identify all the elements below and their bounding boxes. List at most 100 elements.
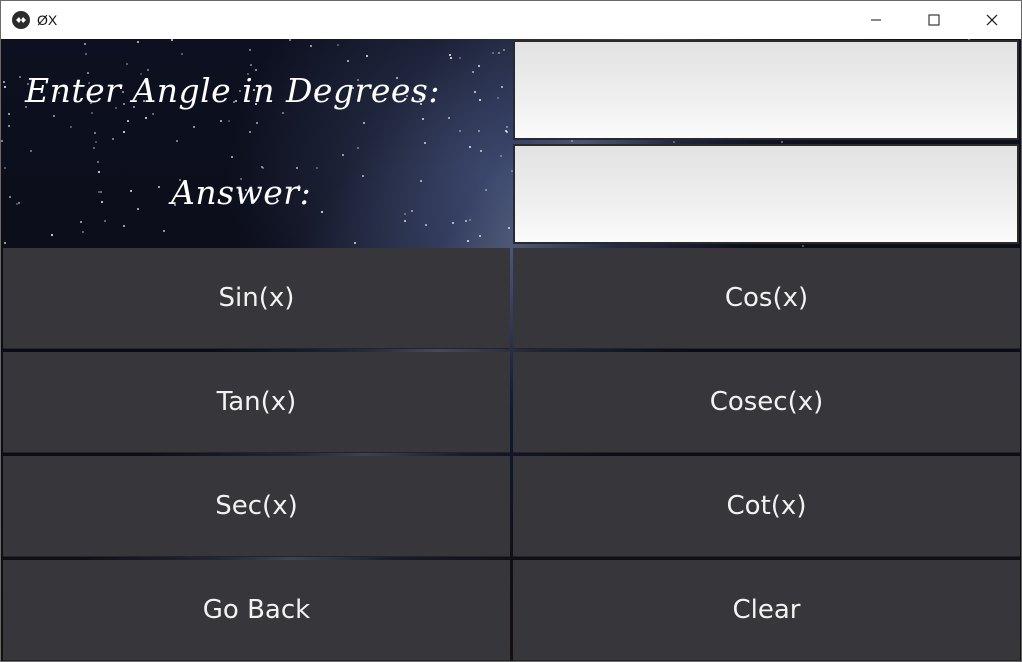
star-dot (220, 120, 222, 122)
star-dot (249, 131, 251, 133)
star-dot (51, 234, 53, 236)
star-dot (137, 41, 139, 43)
cot-button[interactable]: Cot(x) (513, 456, 1020, 557)
star-dot (465, 220, 467, 222)
maximize-button[interactable] (905, 1, 963, 39)
star-dot (70, 126, 72, 128)
button-grid: Sin(x) Cos(x) Tan(x) Cosec(x) Sec(x) Cot… (3, 248, 1021, 661)
star-dot (91, 112, 93, 114)
sec-button[interactable]: Sec(x) (3, 456, 510, 557)
star-dot (472, 71, 474, 73)
star-dot (506, 126, 508, 128)
star-dot (8, 113, 10, 115)
star-dot (424, 142, 426, 144)
answer-field[interactable] (513, 144, 1019, 244)
star-dot (112, 138, 114, 140)
star-dot (126, 63, 128, 65)
go-back-button[interactable]: Go Back (3, 560, 510, 661)
star-dot (411, 210, 413, 212)
star-dot (781, 141, 783, 143)
star-dot (18, 202, 20, 204)
close-button[interactable] (963, 1, 1021, 39)
window-controls (847, 1, 1021, 39)
star-dot (95, 141, 97, 143)
answer-label: Answer: (171, 173, 312, 212)
star-dot (673, 141, 675, 143)
star-dot (171, 39, 173, 41)
star-dot (4, 86, 6, 88)
star-dot (289, 39, 291, 41)
star-dot (480, 150, 482, 152)
tan-button[interactable]: Tan(x) (3, 352, 510, 453)
star-dot (478, 130, 480, 132)
star-dot (130, 190, 132, 192)
star-dot (158, 186, 160, 188)
star-dot (181, 53, 183, 55)
star-dot (508, 227, 510, 229)
star-dot (354, 242, 356, 244)
star-dot (145, 117, 147, 119)
angle-label: Enter Angle in Degrees: (25, 71, 440, 110)
star-dot (256, 122, 258, 124)
star-dot (9, 196, 11, 198)
star-dot (474, 91, 476, 93)
minimize-button[interactable] (847, 1, 905, 39)
minimize-icon (871, 19, 881, 21)
star-dot (321, 211, 323, 213)
star-dot (448, 117, 450, 119)
star-dot (571, 140, 573, 142)
star-dot (94, 132, 96, 134)
star-dot (123, 131, 125, 133)
cos-button[interactable]: Cos(x) (513, 248, 1020, 349)
star-dot (357, 147, 359, 149)
star-dot (30, 150, 32, 152)
angle-input[interactable] (513, 40, 1019, 140)
star-dot (316, 167, 318, 169)
star-dot (163, 230, 165, 232)
star-dot (82, 231, 84, 233)
star-dot (497, 97, 499, 99)
star-dot (100, 191, 102, 193)
star-dot (137, 208, 139, 210)
star-dot (231, 156, 233, 158)
star-dot (363, 122, 365, 124)
star-dot (404, 220, 406, 222)
app-content: Enter Angle in Degrees: Answer: Sin(x) C… (1, 39, 1021, 661)
star-dot (4, 242, 6, 244)
star-dot (4, 167, 6, 169)
star-dot (80, 221, 82, 223)
star-dot (469, 219, 471, 221)
star-dot (98, 171, 100, 173)
star-dot (425, 224, 427, 226)
star-dot (469, 146, 471, 148)
star-dot (3, 81, 5, 83)
star-dot (123, 225, 125, 227)
star-dot (101, 201, 103, 203)
clear-button[interactable]: Clear (513, 560, 1020, 661)
star-dot (459, 57, 461, 59)
star-dot (485, 189, 487, 191)
cosec-button[interactable]: Cosec(x) (513, 352, 1020, 453)
star-dot (404, 213, 406, 215)
star-dot (296, 167, 298, 169)
star-dot (802, 245, 804, 247)
star-dot (492, 52, 494, 54)
star-dot (422, 118, 424, 120)
star-dot (228, 120, 230, 122)
star-dot (84, 43, 86, 45)
app-window: ØX Enter Angle in Degrees: Answer: Sin(x… (0, 0, 1022, 662)
star-dot (250, 64, 252, 66)
star-dot (19, 76, 21, 78)
maximize-icon (928, 14, 940, 26)
sin-button[interactable]: Sin(x) (3, 248, 510, 349)
star-dot (366, 55, 368, 57)
star-dot (479, 99, 481, 101)
star-dot (53, 115, 55, 117)
star-dot (467, 240, 469, 242)
star-dot (500, 155, 502, 157)
star-dot (16, 203, 18, 205)
star-dot (93, 147, 95, 149)
close-icon (986, 14, 998, 26)
title-bar[interactable]: ØX (1, 1, 1021, 39)
star-dot (1, 140, 3, 142)
